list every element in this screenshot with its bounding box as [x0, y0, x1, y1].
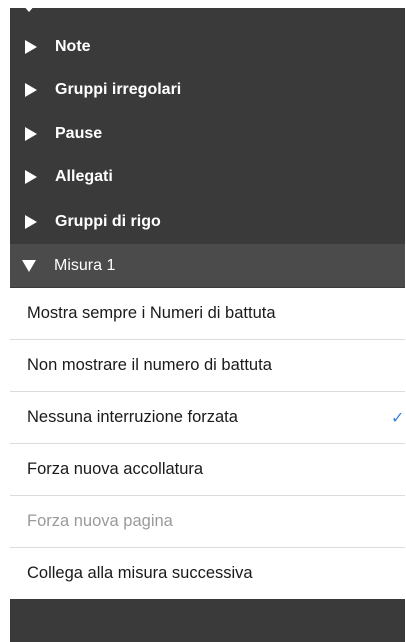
option-force-new-page: Forza nuova pagina [10, 496, 405, 548]
triangle-right-icon [25, 126, 37, 141]
option-label: Non mostrare il numero di battuta [27, 356, 272, 374]
section-gruppi-di-rigo[interactable]: Gruppi di rigo [10, 200, 405, 243]
cutoff-section-footer[interactable] [10, 638, 70, 642]
option-label: Nessuna interruzione forzata [27, 408, 238, 426]
section-label: Misura 1 [54, 256, 116, 274]
option-show-bar-numbers[interactable]: Mostra sempre i Numeri di battuta [10, 288, 405, 340]
section-label: Gruppi di rigo [55, 212, 161, 230]
section-label: Pause [55, 124, 103, 142]
triangle-right-icon [25, 214, 37, 229]
option-label: Mostra sempre i Numeri di battuta [27, 304, 276, 322]
triangle-right-icon [25, 82, 37, 97]
option-no-forced-break[interactable]: Nessuna interruzione forzata ✓ [10, 392, 405, 444]
checkmark-icon: ✓ [391, 409, 405, 427]
triangle-right-icon [25, 169, 37, 184]
section-label: Allegati [55, 167, 113, 185]
triangle-right-icon [25, 39, 37, 54]
triangle-down-icon [22, 8, 36, 12]
cutoff-section-header[interactable] [10, 8, 405, 18]
option-label: Forza nuova pagina [27, 512, 173, 530]
option-hide-bar-number[interactable]: Non mostrare il numero di battuta [10, 340, 405, 392]
section-note[interactable]: Note [10, 25, 405, 68]
measure-options-list: Mostra sempre i Numeri di battuta Non mo… [10, 288, 405, 599]
inspector-panel: Note Gruppi irregolari Pause Allegati Gr… [10, 8, 405, 642]
option-label: Forza nuova accollatura [27, 460, 204, 478]
option-force-new-system[interactable]: Forza nuova accollatura [10, 444, 405, 496]
section-label: Note [55, 37, 91, 55]
section-pause[interactable]: Pause [10, 112, 405, 155]
section-allegati[interactable]: Allegati [10, 155, 405, 198]
section-gruppi-irregolari[interactable]: Gruppi irregolari [10, 68, 405, 111]
triangle-down-icon [22, 259, 36, 272]
section-misura-1[interactable]: Misura 1 [10, 244, 405, 287]
section-label: Gruppi irregolari [55, 80, 182, 98]
option-label: Collega alla misura successiva [27, 564, 253, 582]
option-link-next-measure[interactable]: Collega alla misura successiva [10, 548, 405, 599]
